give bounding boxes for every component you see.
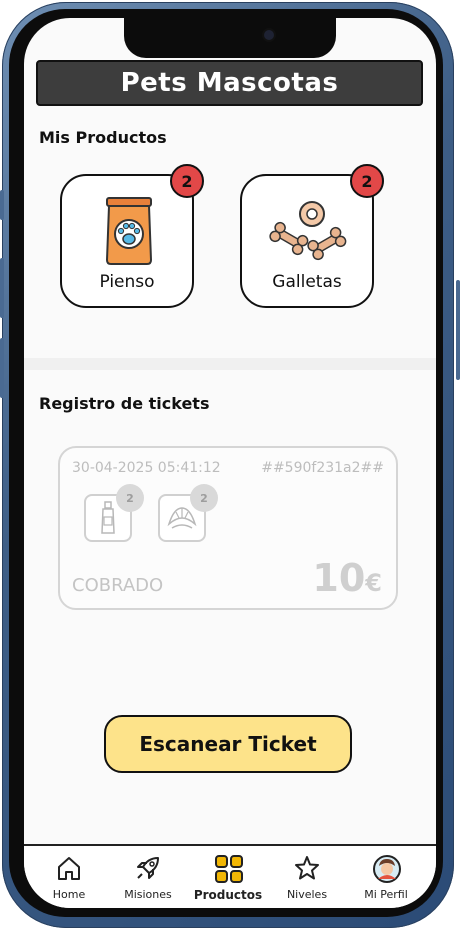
ticket-currency: €	[365, 569, 382, 597]
home-icon	[58, 857, 80, 880]
grid-icon	[215, 855, 243, 883]
app-title: Pets Mascotas	[120, 68, 339, 98]
ticket-id: ##590f231a2##	[261, 460, 384, 476]
bottom-nav: Home Misiones Productos Niveles Mi Perfi…	[24, 844, 436, 908]
nav-item-home[interactable]: Home	[29, 852, 109, 908]
ticket-item-count: 2	[190, 484, 218, 512]
product-label: Galletas	[272, 272, 342, 292]
product-count-badge: 2	[170, 164, 204, 198]
nav-item-misiones[interactable]: Misiones	[108, 852, 188, 908]
nav-label: Mi Perfil	[364, 888, 408, 901]
croissant-icon	[167, 507, 197, 529]
notch	[124, 18, 336, 58]
bottle-icon	[101, 501, 115, 534]
star-icon	[295, 856, 319, 880]
nav-item-niveles[interactable]: Niveles	[267, 852, 347, 908]
nav-label: Niveles	[286, 888, 328, 901]
ticket-price: 10€	[312, 556, 382, 600]
rocket-icon	[137, 857, 159, 879]
ticket-item-croissant: 2	[158, 484, 218, 542]
app-screen: Pets Mascotas Mis Productos Pienso 2 Gal…	[24, 18, 436, 908]
nav-label: Home	[52, 888, 86, 901]
dog-biscuits-icon	[269, 201, 347, 261]
nav-label: Productos	[193, 888, 263, 902]
ticket-status: COBRADO	[72, 575, 164, 596]
nav-item-mi-perfil[interactable]: Mi Perfil	[346, 852, 426, 908]
tickets-section-title: Registro de tickets	[39, 394, 210, 413]
avatar-icon	[373, 855, 401, 883]
volume-up-button	[0, 258, 4, 318]
camera-icon	[264, 30, 274, 40]
ticket-card[interactable]: 30-04-2025 05:41:12 ##590f231a2## 2 2 CO…	[58, 446, 398, 610]
product-card-pienso[interactable]: Pienso 2	[60, 164, 204, 308]
pet-food-bag-icon	[105, 197, 153, 265]
section-divider	[24, 358, 436, 370]
mute-switch	[0, 190, 4, 220]
power-button	[456, 280, 460, 380]
volume-down-button	[0, 338, 4, 398]
products-section-title: Mis Productos	[39, 128, 167, 147]
ticket-item-bottle: 2	[84, 484, 144, 542]
ticket-amount: 10	[312, 556, 366, 600]
nav-item-productos[interactable]: Productos	[188, 852, 268, 908]
product-label: Pienso	[99, 272, 155, 292]
scan-ticket-button[interactable]: Escanear Ticket	[104, 715, 352, 773]
ticket-date: 30-04-2025 05:41:12	[72, 460, 221, 476]
product-count-badge: 2	[350, 164, 384, 198]
product-card-galletas[interactable]: Galletas 2	[240, 164, 384, 308]
app-header: Pets Mascotas	[36, 60, 423, 106]
nav-label: Misiones	[124, 888, 172, 901]
ticket-item-count: 2	[116, 484, 144, 512]
